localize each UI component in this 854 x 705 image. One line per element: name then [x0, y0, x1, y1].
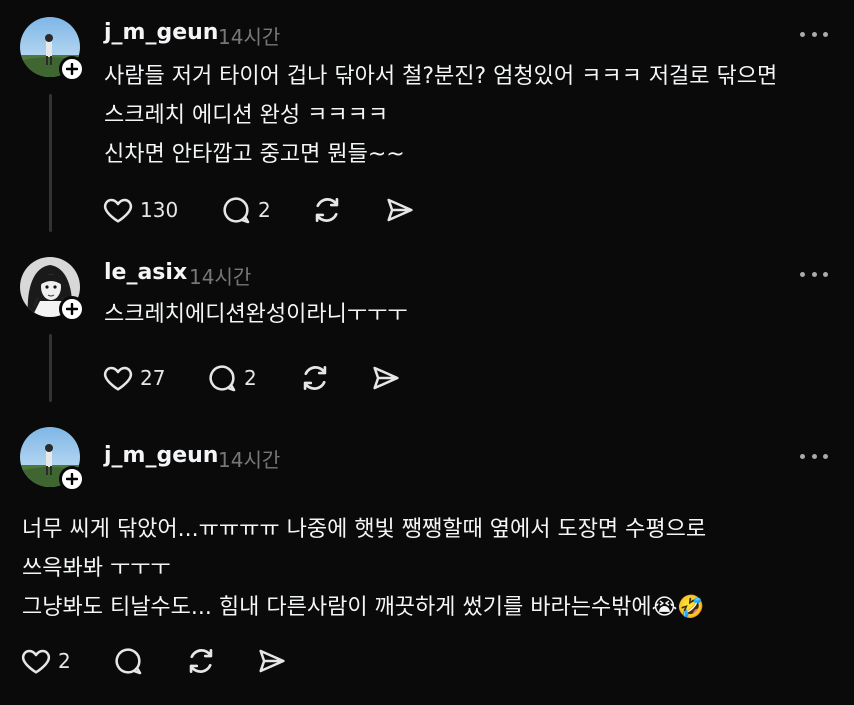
repost-button[interactable]: [310, 192, 344, 228]
repost-icon: [315, 198, 339, 222]
timestamp: 14시간: [218, 25, 281, 49]
more-button[interactable]: [800, 270, 828, 278]
like-button[interactable]: 27: [102, 360, 165, 396]
like-count: 130: [140, 198, 179, 222]
send-icon: [259, 649, 285, 673]
post-text-line: 쓰윽봐봐 ㅜㅜㅜ: [22, 556, 171, 581]
comment-icon: [223, 197, 250, 224]
post-text-line: 사람들 저거 타이어 겁나 닦아서 철?분진? 엄청있어 ㅋㅋㅋ 저걸로 닦으면: [104, 64, 778, 89]
comment-count: 2: [258, 198, 271, 222]
rofl-emoji: 🤣: [677, 595, 705, 620]
comment-button[interactable]: 2: [220, 192, 271, 228]
more-button[interactable]: [800, 452, 828, 460]
heart-icon: [103, 366, 133, 391]
repost-icon: [303, 366, 327, 390]
plus-icon: [66, 63, 78, 75]
comment-button[interactable]: 2: [206, 360, 257, 396]
post-text-line: 스크레치에디션완성이라니ㅜㅜㅜ: [104, 302, 408, 327]
post-text-line: 그냥봐도 티날수도... 힘내 다른사람이 깨끗하게 썼기를 바라는수밖에😭🤣: [22, 588, 706, 627]
post-text-line: 스크레치 에디션 완성 ㅋㅋㅋㅋ: [104, 103, 389, 128]
username[interactable]: le_asix: [104, 260, 187, 285]
comment-button[interactable]: [112, 643, 144, 679]
crying-emoji: 😭: [651, 595, 678, 620]
repost-button[interactable]: [184, 643, 218, 679]
username[interactable]: j_m_geun: [104, 20, 218, 45]
share-button[interactable]: [384, 192, 416, 228]
post-3: j_m_geun 14시간 너무 씨게 닦았어...ㅠㅠㅠㅠ 나중에 햇빛 쨍쨍…: [0, 410, 854, 705]
post-2: le_asix 14시간 스크레치에디션완성이라니ㅜㅜㅜ 27 2: [0, 240, 854, 410]
repost-icon: [189, 649, 213, 673]
thread-line: [49, 94, 52, 232]
like-button[interactable]: 2: [20, 643, 71, 679]
plus-icon: [66, 473, 78, 485]
comment-count: 2: [244, 366, 257, 390]
share-button[interactable]: [256, 643, 288, 679]
more-icon: [800, 31, 805, 37]
like-button[interactable]: 130: [102, 192, 178, 228]
post-text-line: 너무 씨게 닦았어...ㅠㅠㅠㅠ 나중에 햇빛 쨍쨍할때 옆에서 도장면 수평으…: [22, 517, 707, 542]
post-text: 스크레치에디션완성이라니ㅜㅜㅜ: [104, 295, 408, 334]
post-text-segment: 그냥봐도 티날수도... 힘내 다른사람이 깨끗하게 썼기를 바라는수밖에: [22, 595, 652, 620]
follow-button[interactable]: [59, 466, 85, 492]
timestamp: 14시간: [218, 448, 281, 472]
more-icon: [800, 271, 805, 277]
heart-icon: [21, 649, 51, 674]
heart-icon: [103, 198, 133, 223]
post-text: 너무 씨게 닦았어...ㅠㅠㅠㅠ 나중에 햇빛 쨍쨍할때 옆에서 도장면 수평으…: [22, 510, 706, 627]
username[interactable]: j_m_geun: [104, 443, 218, 468]
follow-button[interactable]: [59, 296, 85, 322]
thread-line: [49, 334, 52, 402]
repost-button[interactable]: [298, 360, 332, 396]
comment-icon: [209, 365, 236, 392]
plus-icon: [66, 303, 78, 315]
like-count: 27: [140, 366, 166, 390]
post-text-line: 신차면 안타깝고 중고면 뭔들~~: [104, 142, 405, 167]
post-text: 사람들 저거 타이어 겁나 닦아서 철?분진? 엄청있어 ㅋㅋㅋ 저걸로 닦으면…: [104, 57, 777, 174]
share-button[interactable]: [370, 360, 402, 396]
follow-button[interactable]: [59, 56, 85, 82]
more-icon: [800, 453, 805, 459]
send-icon: [373, 366, 399, 390]
timestamp: 14시간: [189, 265, 252, 289]
send-icon: [387, 198, 413, 222]
more-button[interactable]: [800, 30, 828, 38]
post-1: j_m_geun 14시간 사람들 저거 타이어 겁나 닦아서 철?분진? 엄청…: [0, 0, 854, 240]
like-count: 2: [58, 649, 71, 673]
comment-icon: [115, 648, 142, 675]
